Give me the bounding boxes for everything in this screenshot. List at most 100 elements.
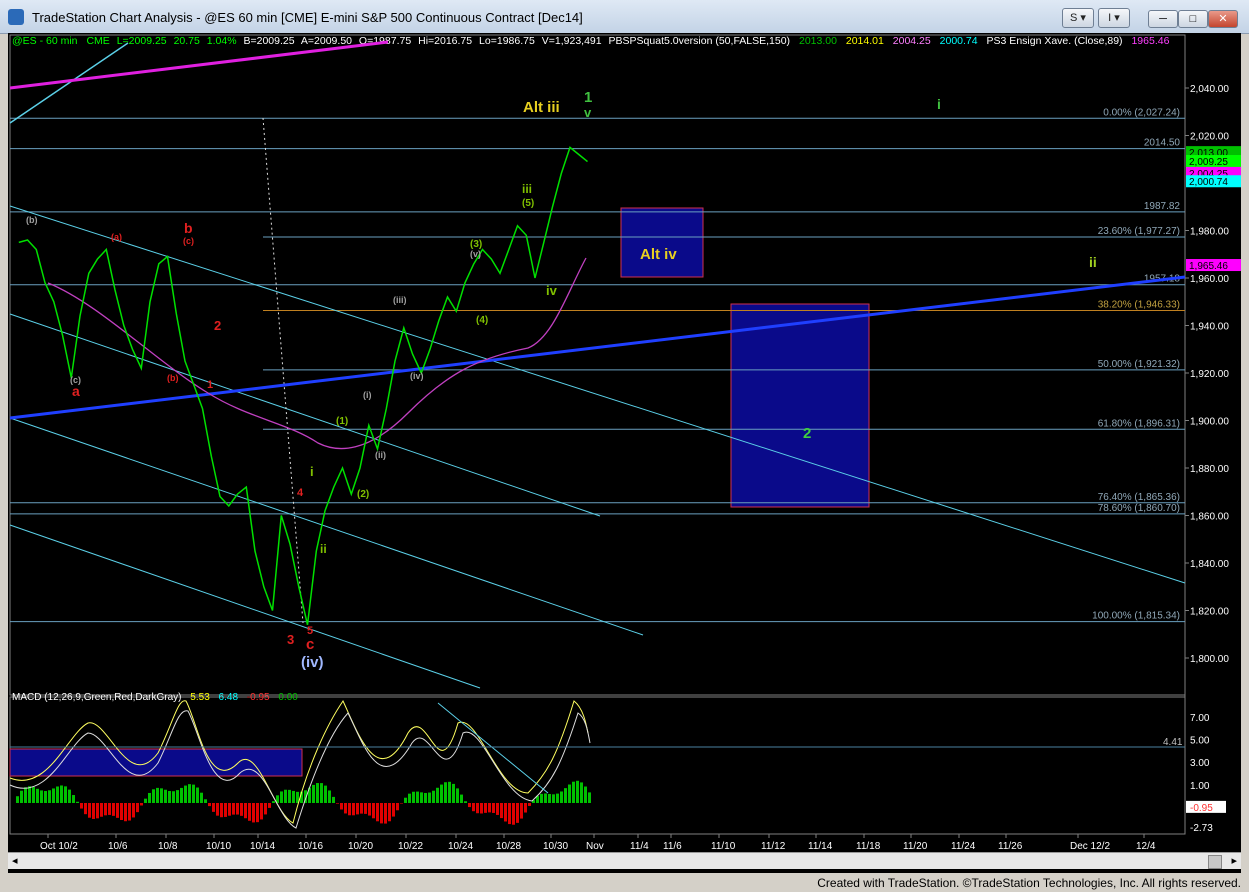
level-label: 0.00% (2,027.24) xyxy=(1103,107,1180,118)
label-alt-iv: Alt iv xyxy=(640,246,677,263)
macd-bar xyxy=(348,803,351,816)
macd-bar xyxy=(512,803,515,825)
s-button-label: S xyxy=(1070,12,1078,24)
macd-bar xyxy=(364,803,367,814)
macd-bar xyxy=(52,788,55,803)
cyan-trend-line xyxy=(9,42,129,124)
horizontal-scrollbar[interactable]: ◂ ▸ xyxy=(8,852,1241,869)
macd-bar xyxy=(44,791,47,803)
macd-bar xyxy=(388,803,391,822)
macd-bar xyxy=(260,803,263,820)
close-icon: ✕ xyxy=(1218,13,1228,25)
macd-bar xyxy=(580,782,583,803)
level-label: 23.60% (1,977.27) xyxy=(1098,226,1180,237)
x-tick-label: 11/14 xyxy=(808,841,833,852)
macd-bar xyxy=(372,803,375,819)
magenta-trend-line xyxy=(9,40,389,90)
x-tick-label: 12/4 xyxy=(1136,841,1156,852)
macd-bar xyxy=(436,787,439,803)
price-tag-label: 2,000.74 xyxy=(1189,177,1228,188)
macd-bar xyxy=(204,799,207,803)
macd-bar xyxy=(84,803,87,815)
macd-bar xyxy=(312,784,315,803)
macd-bar xyxy=(568,784,571,803)
header-line: @ES - 60 min CME L=2009.25 20.75 1.04% B… xyxy=(12,35,1170,47)
macd-bar xyxy=(288,789,291,803)
level-label: 2014.50 xyxy=(1144,138,1181,149)
blue-trend-line xyxy=(9,275,1186,420)
title-bar: TradeStation Chart Analysis - @ES 60 min… xyxy=(0,0,1249,34)
macd-bar xyxy=(48,790,51,803)
macd-bar xyxy=(392,803,395,817)
macd-bar xyxy=(280,791,283,803)
macd-bar xyxy=(488,803,491,813)
scroll-right-icon[interactable]: ▸ xyxy=(1231,854,1237,867)
scroll-left-icon[interactable]: ◂ xyxy=(12,854,18,867)
label-i-low: i xyxy=(310,464,314,479)
macd-header: MACD (12,26,9,Green,Red,DarkGray) 5.53 6… xyxy=(12,692,298,703)
macd-bar xyxy=(28,786,31,803)
macd-bar xyxy=(164,789,167,803)
s-dropdown-button[interactable]: S ▾ xyxy=(1062,8,1094,28)
header-pct: 1.04% xyxy=(207,35,237,47)
macd-bar xyxy=(244,803,247,819)
macd-bar xyxy=(60,785,63,803)
header-volume: V=1,923,491 xyxy=(542,35,602,47)
x-tick-label: 10/16 xyxy=(298,841,323,852)
macd-bar xyxy=(104,803,107,816)
macd-bar xyxy=(508,803,511,825)
macd-bar xyxy=(272,801,275,803)
minimize-button[interactable]: ─ xyxy=(1148,10,1178,28)
macd-bar xyxy=(576,780,579,803)
macd-bar xyxy=(380,803,383,824)
macd-bar xyxy=(80,803,83,809)
macd-bar xyxy=(376,803,379,822)
macd-tick-label: -0.95 xyxy=(1190,803,1213,814)
macd-bar xyxy=(432,790,435,803)
label-3-red: 3 xyxy=(287,632,294,647)
close-button[interactable]: ✕ xyxy=(1208,10,1238,28)
label-wiii: (iii) xyxy=(393,295,407,305)
macd-bar xyxy=(180,787,183,803)
macd-bar xyxy=(96,803,99,819)
macd-bar xyxy=(136,803,139,813)
x-tick-label: 10/20 xyxy=(348,841,373,852)
macd-v1: 5.53 xyxy=(190,692,210,703)
macd-bar xyxy=(284,789,287,803)
label-1: 1 xyxy=(584,89,592,106)
y-tick-label: 2,020.00 xyxy=(1190,132,1229,143)
label-1-red: 1 xyxy=(207,379,213,391)
macd-bar xyxy=(64,786,67,803)
header-s2: 2014.01 xyxy=(846,35,884,47)
macd-bar xyxy=(172,791,175,803)
label-wave-iv: (iv) xyxy=(301,654,324,671)
i-dropdown-button[interactable]: I ▾ xyxy=(1098,8,1130,28)
header-low: Lo=1986.75 xyxy=(479,35,535,47)
x-tick-label: 10/8 xyxy=(158,841,178,852)
macd-bar xyxy=(464,801,467,803)
macd-bar xyxy=(548,793,551,803)
macd-bar xyxy=(468,803,471,808)
maximize-button[interactable]: □ xyxy=(1178,10,1208,28)
label-b-paren: (b) xyxy=(26,215,38,225)
price-line xyxy=(18,146,588,625)
moving-average-line xyxy=(47,257,587,450)
header-study1: PBSPSquat5.0version (50,FALSE,150) xyxy=(609,35,791,47)
scroll-thumb[interactable] xyxy=(1208,855,1222,869)
macd-bar xyxy=(20,790,23,803)
label-4-red: 4 xyxy=(297,487,304,499)
macd-bar xyxy=(76,801,79,803)
macd-bar xyxy=(216,803,219,816)
macd-bar xyxy=(316,783,319,803)
y-tick-label: 1,920.00 xyxy=(1190,369,1229,380)
macd-bar xyxy=(496,803,499,815)
price-chart[interactable]: @ES - 60 min CME L=2009.25 20.75 1.04% B… xyxy=(8,33,1241,873)
macd-bar xyxy=(88,803,91,818)
dotted-line xyxy=(262,117,304,624)
macd-bar xyxy=(128,803,131,821)
level-label: 38.20% (1,946.33) xyxy=(1098,299,1180,310)
chart-area[interactable]: @ES - 60 min CME L=2009.25 20.75 1.04% B… xyxy=(8,33,1241,873)
y-tick-label: 2,040.00 xyxy=(1190,84,1229,95)
level-label: 61.80% (1,896.31) xyxy=(1098,418,1180,429)
time-axis: Oct 10/2 10/6 10/8 10/10 10/14 10/16 10/20 10/2… xyxy=(40,834,1156,852)
